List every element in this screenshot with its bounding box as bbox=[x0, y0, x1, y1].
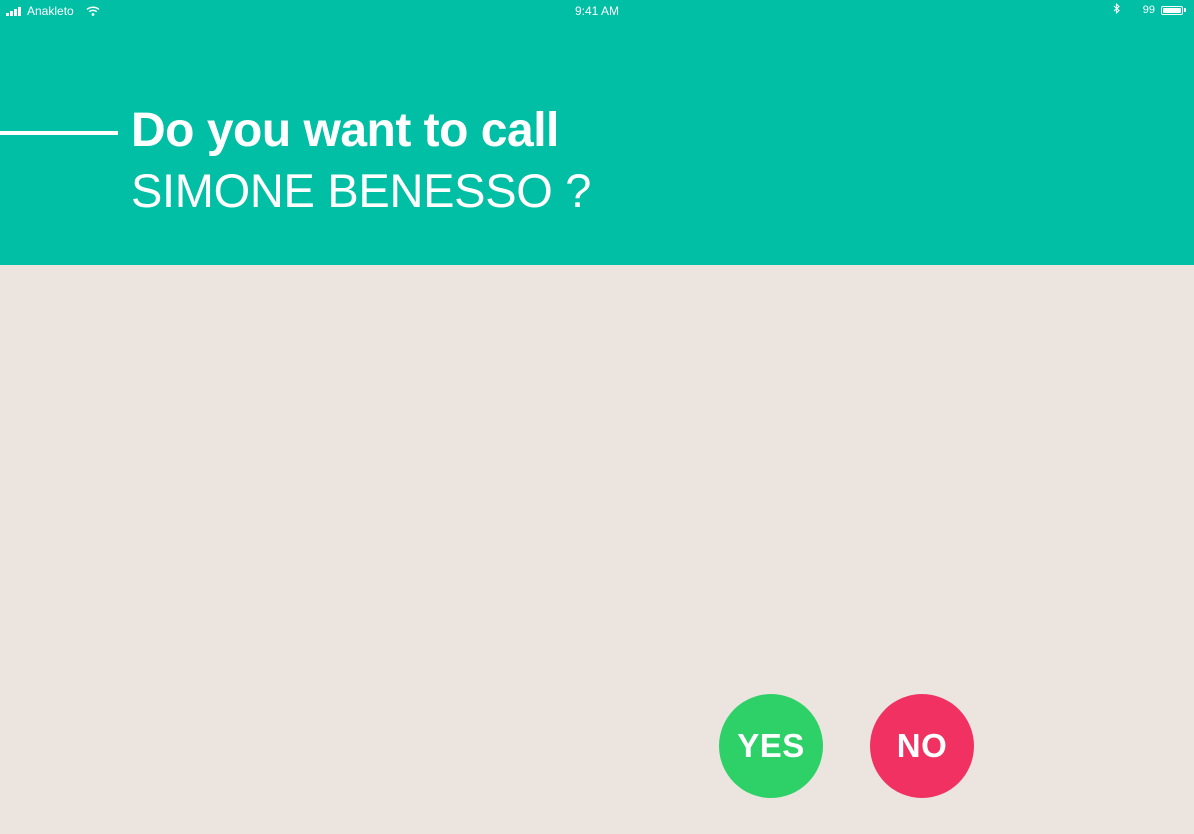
battery-tip bbox=[1184, 8, 1186, 12]
no-button[interactable]: NO bbox=[870, 694, 974, 798]
status-time: 9:41 AM bbox=[574, 4, 620, 18]
yes-button[interactable]: YES bbox=[719, 694, 823, 798]
status-right: 99 bbox=[1113, 2, 1186, 17]
battery-percent: 99 bbox=[1142, 4, 1155, 16]
contact-name: SIMONE BENESSO ? bbox=[131, 164, 592, 217]
call-prompt-heading: Do you want to call bbox=[131, 104, 559, 157]
bluetooth-icon bbox=[1113, 2, 1121, 17]
status-bar: Anakleto 9:41 AM 99 bbox=[0, 0, 1194, 22]
battery-icon bbox=[1161, 5, 1183, 15]
header-panel: Anakleto 9:41 AM 99 Do you want to call … bbox=[0, 0, 1194, 265]
title-accent-line bbox=[0, 131, 118, 135]
